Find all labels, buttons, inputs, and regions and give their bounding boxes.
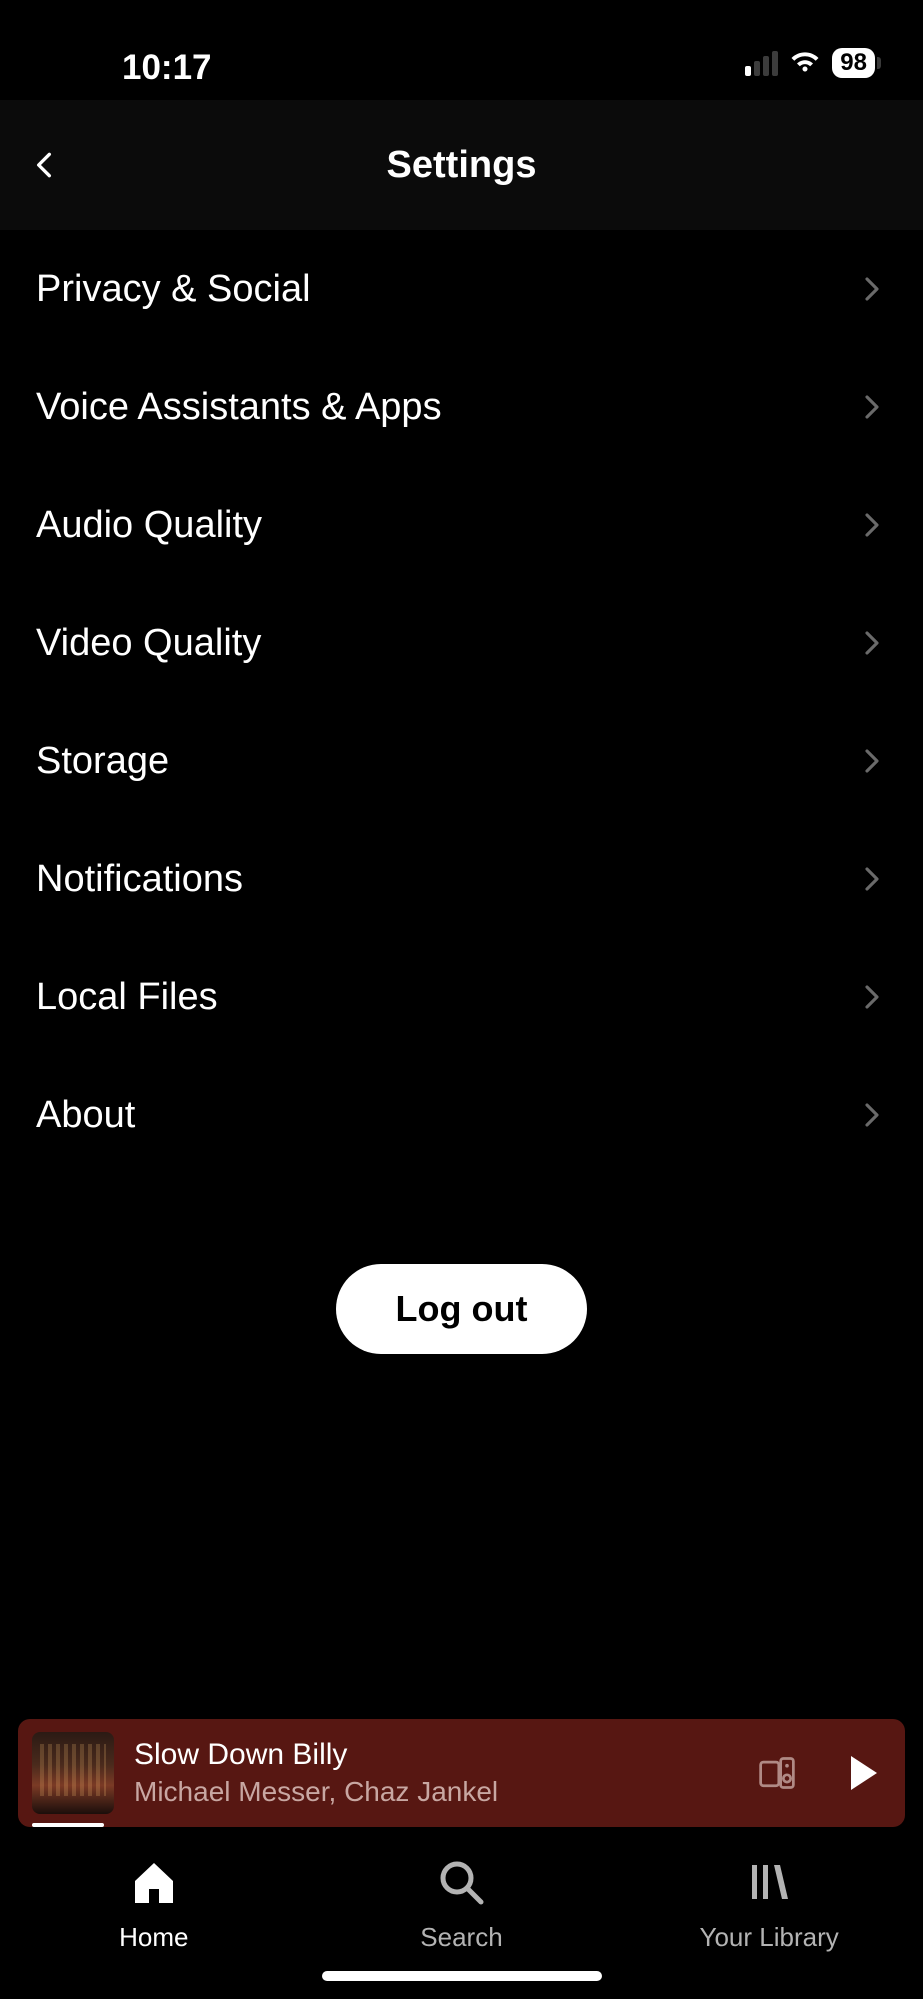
chevron-right-icon	[857, 628, 887, 658]
settings-item-audio-quality[interactable]: Audio Quality	[0, 466, 923, 584]
home-indicator	[0, 1971, 923, 1981]
settings-item-label: Notifications	[36, 858, 243, 901]
settings-item-video-quality[interactable]: Video Quality	[0, 584, 923, 702]
chevron-right-icon	[857, 982, 887, 1012]
chevron-right-icon	[857, 510, 887, 540]
settings-item-storage[interactable]: Storage	[0, 702, 923, 820]
track-info: Slow Down Billy Michael Messer, Chaz Jan…	[134, 1738, 737, 1808]
wifi-icon	[788, 51, 822, 75]
settings-item-label: Storage	[36, 740, 169, 783]
status-bar: 10:17 98	[0, 0, 923, 100]
nav-item-label: Your Library	[700, 1922, 839, 1953]
battery-icon: 98	[832, 48, 881, 78]
settings-item-notifications[interactable]: Notifications	[0, 820, 923, 938]
home-icon	[129, 1857, 179, 1912]
logout-button[interactable]: Log out	[336, 1264, 588, 1354]
chevron-right-icon	[857, 864, 887, 894]
battery-level: 98	[832, 48, 875, 78]
settings-item-label: Local Files	[36, 976, 218, 1019]
play-button[interactable]	[841, 1752, 883, 1794]
settings-item-label: Voice Assistants & Apps	[36, 386, 442, 429]
album-art	[32, 1732, 114, 1814]
playback-progress	[32, 1823, 104, 1827]
track-title: Slow Down Billy	[134, 1738, 737, 1772]
nav-item-search[interactable]: Search	[361, 1857, 561, 1953]
library-icon	[744, 1857, 794, 1912]
settings-item-privacy-social[interactable]: Privacy & Social	[0, 230, 923, 348]
devices-icon[interactable]	[757, 1753, 797, 1793]
settings-item-local-files[interactable]: Local Files	[0, 938, 923, 1056]
header: Settings	[0, 100, 923, 230]
page-title: Settings	[0, 144, 923, 187]
settings-item-label: Audio Quality	[36, 504, 262, 547]
nav-item-label: Search	[420, 1922, 502, 1953]
chevron-right-icon	[857, 1100, 887, 1130]
chevron-right-icon	[857, 392, 887, 422]
settings-item-label: Video Quality	[36, 622, 261, 665]
nav-item-library[interactable]: Your Library	[669, 1857, 869, 1953]
nav-item-label: Home	[119, 1922, 188, 1953]
chevron-right-icon	[857, 274, 887, 304]
cellular-signal-icon	[745, 50, 778, 76]
track-artist: Michael Messer, Chaz Jankel	[134, 1776, 737, 1808]
status-time: 10:17	[122, 48, 212, 88]
chevron-right-icon	[857, 746, 887, 776]
settings-list: Privacy & Social Voice Assistants & Apps A…	[0, 230, 923, 1174]
status-icons: 98	[745, 48, 881, 78]
search-icon	[436, 1857, 486, 1912]
settings-item-voice-assistants[interactable]: Voice Assistants & Apps	[0, 348, 923, 466]
settings-item-about[interactable]: About	[0, 1056, 923, 1174]
nav-item-home[interactable]: Home	[54, 1857, 254, 1953]
settings-item-label: Privacy & Social	[36, 268, 311, 311]
settings-item-label: About	[36, 1094, 135, 1137]
now-playing-bar[interactable]: Slow Down Billy Michael Messer, Chaz Jan…	[18, 1719, 905, 1827]
